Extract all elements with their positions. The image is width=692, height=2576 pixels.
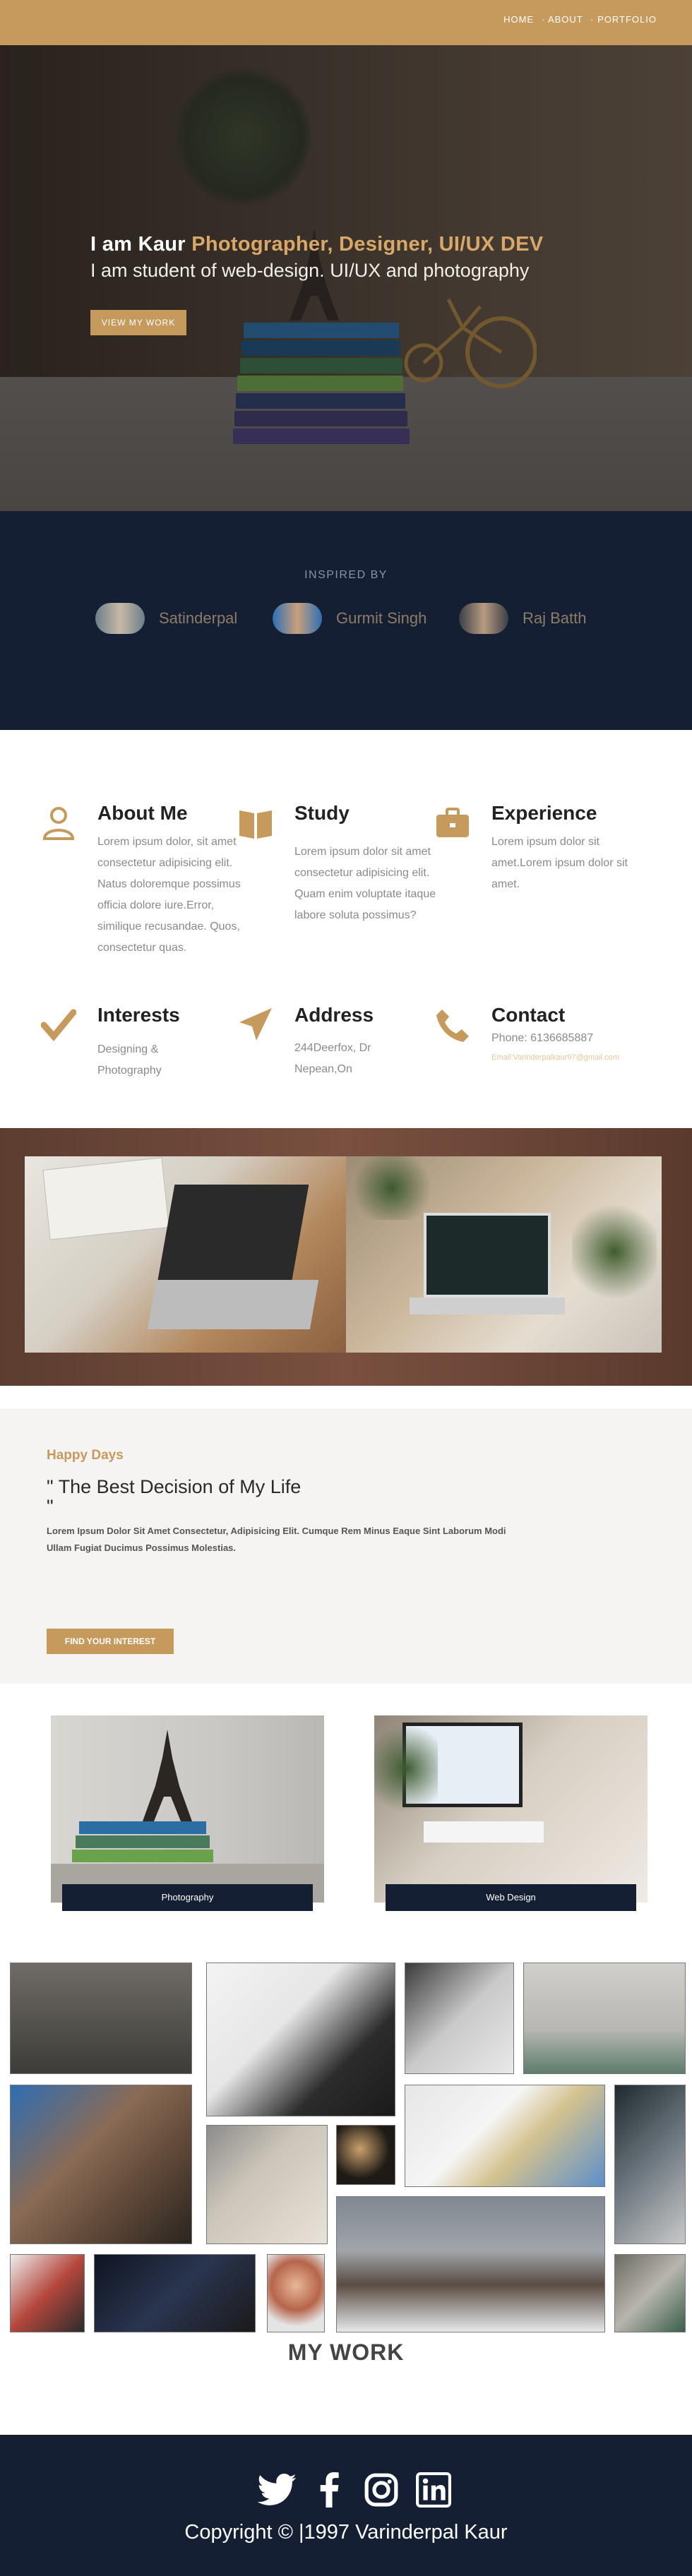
nav-separator: · <box>590 14 595 25</box>
nav-home-link[interactable]: HOME <box>503 14 534 25</box>
feature-title: Experience <box>491 802 597 824</box>
footer: Copyright © |1997 Varinderpal Kaur <box>0 2435 692 2576</box>
web-design-card[interactable]: Web Design <box>374 1715 648 1911</box>
happy-days-section: Happy Days " The Best Decision of My Lif… <box>0 1408 692 1684</box>
web-design-image <box>374 1715 648 1903</box>
gallery-image[interactable] <box>94 2254 256 2332</box>
feature-interests: Interests Designing & Photography <box>41 1004 239 1091</box>
sketching-laptop-image <box>25 1156 346 1353</box>
card-caption: Photography <box>62 1884 313 1911</box>
paper-plane-icon <box>239 1008 272 1041</box>
check-icon <box>41 1009 76 1041</box>
inspiration-person: Gurmit Singh <box>273 603 426 634</box>
gallery-image[interactable] <box>614 2254 686 2332</box>
feature-about-me: About Me Lorem ipsum dolor, sit amet con… <box>41 802 241 988</box>
gallery-image[interactable] <box>523 1963 686 2074</box>
gallery-image[interactable] <box>336 2196 605 2332</box>
contact-email-link[interactable]: Email:Varinderpalkaur97@gmail.com <box>491 1053 619 1062</box>
nav-links: HOME · ABOUT · PORTFOLIO <box>503 14 657 25</box>
photography-image <box>51 1715 324 1903</box>
social-links <box>254 2470 463 2510</box>
hero-title-prefix: I am Kaur <box>90 233 192 256</box>
gallery-image[interactable] <box>10 2085 192 2244</box>
feature-text: 244Deerfox, Dr Nepean,On <box>294 1042 371 1075</box>
gallery-image[interactable] <box>206 2125 328 2244</box>
happy-title-end: " <box>47 1496 54 1517</box>
inspiration-name: Raj Batth <box>523 609 587 627</box>
top-nav: HOME · ABOUT · PORTFOLIO <box>0 0 692 45</box>
workspace-banner <box>0 1128 692 1386</box>
my-work-heading: MY WORK <box>287 2340 405 2365</box>
feature-title: About Me <box>97 802 188 824</box>
feature-study: Study Lorem ipsum dolor sit amet consect… <box>238 802 436 988</box>
view-my-work-button[interactable]: VIEW MY WORK <box>90 310 186 335</box>
happy-body: Lorem Ipsum Dolor Sit Amet Consectetur, … <box>47 1526 506 1553</box>
linkedin-icon[interactable] <box>411 2470 456 2510</box>
contact-phone: Phone: 6136685887 <box>491 1032 594 1044</box>
feature-text: Lorem ipsum dolor sit amet consectetur a… <box>294 846 436 921</box>
feature-address: Address 244Deerfox, Dr Nepean,On <box>238 1004 436 1091</box>
inspiration-person: Satinderpal <box>95 603 237 634</box>
book-icon <box>239 810 272 839</box>
facebook-icon[interactable] <box>306 2470 352 2510</box>
happy-kicker: Happy Days <box>47 1448 124 1463</box>
nav-portfolio-link[interactable]: PORTFOLIO <box>597 14 657 25</box>
gallery-image[interactable] <box>336 2125 395 2185</box>
feature-title: Contact <box>491 1004 566 1026</box>
inspiration-name: Satinderpal <box>159 609 238 627</box>
gallery-image[interactable] <box>405 2085 605 2187</box>
desk-laptop-image <box>346 1156 662 1353</box>
feature-title: Address <box>294 1004 374 1026</box>
gallery-image[interactable] <box>10 2254 85 2332</box>
feature-text: Lorem ipsum dolor, sit amet consectetur … <box>97 836 241 954</box>
eiffel-tower-image <box>143 1730 192 1821</box>
twitter-icon[interactable] <box>254 2470 299 2510</box>
gallery-image[interactable] <box>10 1963 192 2074</box>
avatar <box>459 603 508 634</box>
find-your-interest-button[interactable]: FIND YOUR INTEREST <box>47 1629 174 1654</box>
feature-title: Study <box>294 802 350 824</box>
feature-text: Designing & Photography <box>97 1043 162 1077</box>
gallery-image[interactable] <box>267 2254 325 2332</box>
hero-section: I am Kaur Photographer, Designer, UI/UX … <box>0 45 692 511</box>
feature-contact: Contact Phone: 6136685887 Email:Varinder… <box>435 1004 633 1091</box>
feature-text: Lorem ipsum dolor sit amet.Lorem ipsum d… <box>491 836 628 890</box>
card-caption: Web Design <box>386 1884 636 1911</box>
copyright-text: Copyright © |1997 Varinderpal Kaur <box>184 2521 508 2544</box>
gallery-image[interactable] <box>405 1963 514 2074</box>
inspired-by-label: INSPIRED BY <box>304 569 388 581</box>
gallery-image[interactable] <box>614 2085 686 2244</box>
briefcase-icon <box>436 808 469 837</box>
photography-card[interactable]: Photography <box>51 1715 324 1911</box>
nav-separator: · <box>541 14 546 25</box>
hero-title-accent: Photographer, Designer, UI/UX DEV <box>191 233 544 256</box>
hero-subtitle: I am student of web-design. UI/UX and ph… <box>90 260 530 281</box>
gallery-image[interactable] <box>206 1963 395 2116</box>
inspiration-person: Raj Batth <box>459 603 587 634</box>
hero-title: I am Kaur Photographer, Designer, UI/UX … <box>90 233 543 256</box>
phone-icon <box>436 1010 469 1042</box>
inspiration-name: Gurmit Singh <box>336 609 427 627</box>
inspired-by-section: INSPIRED BY Satinderpal Gurmit Singh Raj… <box>0 511 692 730</box>
feature-title: Interests <box>97 1004 180 1026</box>
user-icon <box>42 807 75 840</box>
feature-experience: Experience Lorem ipsum dolor sit amet.Lo… <box>435 802 633 988</box>
instagram-icon[interactable] <box>359 2470 404 2510</box>
happy-title: " The Best Decision of My Life <box>47 1476 302 1497</box>
nav-about-link[interactable]: ABOUT <box>548 14 583 25</box>
avatar <box>273 603 322 634</box>
avatar <box>95 603 145 634</box>
